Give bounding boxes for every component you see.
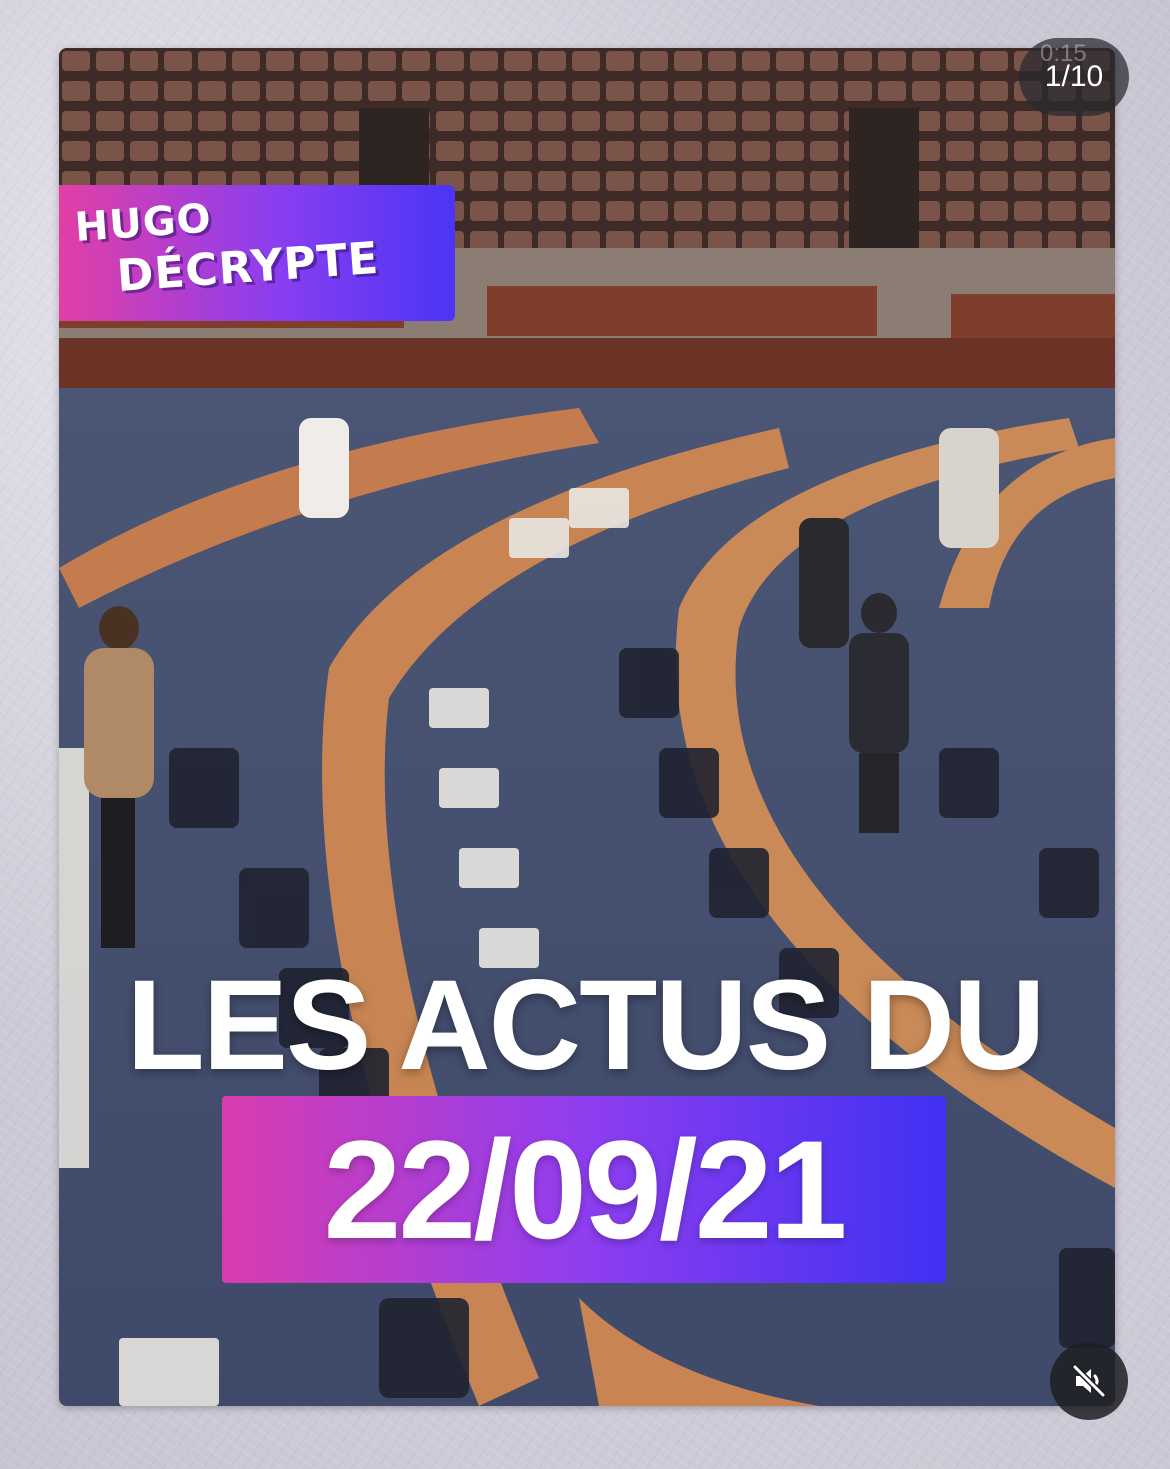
- logo-line-1: HUGO: [73, 195, 214, 251]
- mute-button[interactable]: [1050, 1342, 1128, 1420]
- headline-text: LES ACTUS DU: [126, 954, 1045, 1097]
- video-timestamp: 0:15: [1040, 40, 1087, 67]
- date-banner: 22/09/21: [222, 1096, 946, 1283]
- speaker-muted-icon: [1072, 1364, 1106, 1398]
- hugo-decrypte-logo: HUGO DÉCRYPTE: [59, 185, 455, 321]
- date-text: 22/09/21: [323, 1110, 848, 1268]
